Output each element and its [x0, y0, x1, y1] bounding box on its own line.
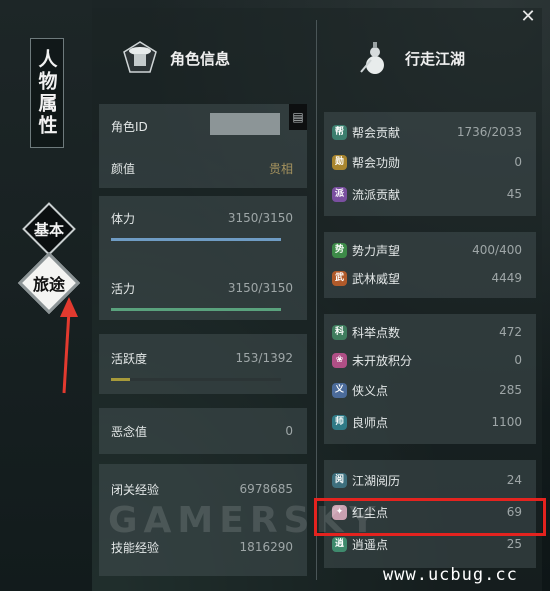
- row-label: 科举点数: [352, 325, 401, 340]
- row-appearance: 颜值 贵相: [99, 156, 307, 180]
- row-value: 400/400: [472, 243, 522, 257]
- malice-card: 恶念值 0: [99, 408, 307, 454]
- row-unopened-points: ❀ 未开放积分 0: [324, 348, 536, 372]
- row-sect-contribution: 派流派贡献 45: [324, 182, 536, 206]
- activity-card: 活跃度 153/1392: [99, 334, 307, 394]
- vitality-value: 3150/3150: [227, 281, 293, 295]
- row-label: 流派贡献: [352, 187, 401, 202]
- row-label: 武林威望: [352, 271, 401, 286]
- unopened-points-icon: ❀: [332, 352, 347, 368]
- row-guild-contribution: 帮帮会贡献 1736/2033: [324, 120, 536, 144]
- row-label: 侠义点: [352, 383, 389, 398]
- points-card: 科科举点数 472 ❀ 未开放积分 0 义侠义点 285 师良师点 1100: [324, 314, 536, 444]
- activity-value: 153/1392: [235, 351, 294, 365]
- row-retreat-exp: 闭关经验 6978685: [99, 477, 307, 501]
- row-value: 472: [499, 325, 522, 339]
- jianghu-gourd-icon: [360, 42, 384, 74]
- panel-divider: [316, 20, 317, 580]
- row-vitality: 活力 3150/3150: [99, 276, 307, 300]
- row-stamina: 体力 3150/3150: [99, 206, 307, 230]
- malice-value: 0: [285, 424, 293, 438]
- tab-basic-label: 基本: [33, 220, 64, 239]
- row-value: 4449: [491, 271, 522, 285]
- faction-prestige-icon: 势: [332, 242, 347, 258]
- stamina-value: 3150/3150: [227, 211, 293, 225]
- character-id-label: 角色ID: [111, 119, 148, 134]
- row-value: 25: [506, 537, 522, 551]
- row-label: 帮会贡献: [352, 125, 401, 140]
- row-malice: 恶念值 0: [99, 419, 307, 443]
- red-arrow-annotation: [60, 297, 78, 394]
- close-icon: ✕: [520, 6, 536, 27]
- activity-label: 活跃度: [111, 351, 148, 366]
- guild-card: 帮帮会贡献 1736/2033 勋帮会功勋 0 派流派贡献 45: [324, 112, 536, 216]
- skill-exp-label: 技能经验: [111, 540, 160, 555]
- sect-contribution-icon: 派: [332, 186, 347, 202]
- row-chivalry-points: 义侠义点 285: [324, 378, 536, 402]
- site-watermark: www.ucbug.cc: [383, 565, 518, 585]
- character-info-title: 角色信息: [170, 49, 231, 68]
- row-label: 未开放积分: [352, 353, 413, 368]
- tab-basic[interactable]: 基本: [22, 202, 76, 256]
- row-label: 势力声望: [352, 243, 401, 258]
- gamersky-watermark: GAMERSKY: [108, 500, 382, 541]
- row-value: 1100: [491, 415, 522, 429]
- row-jianghu-experience: 阅江湖阅历 24: [324, 468, 536, 492]
- row-value: 45: [506, 187, 522, 201]
- row-value: 0: [514, 155, 522, 169]
- vitality-bar-fill: [111, 308, 281, 311]
- jianghu-title: 行走江湖: [405, 49, 466, 68]
- activity-bar-fill: [111, 378, 130, 381]
- appearance-label: 颜值: [111, 161, 136, 176]
- row-label: 帮会功勋: [352, 155, 401, 170]
- vitality-label: 活力: [111, 281, 136, 296]
- guild-merit-icon: 勋: [332, 154, 347, 170]
- row-label: 江湖阅历: [352, 473, 401, 488]
- prestige-card: 势势力声望 400/400 武武林威望 4449: [324, 232, 536, 298]
- row-value: 24: [506, 473, 522, 487]
- character-info-icon: [123, 41, 157, 73]
- retreat-exp-label: 闭关经验: [111, 482, 160, 497]
- sidebar: 人物属性 基本 旅途: [0, 0, 92, 591]
- skill-exp-value: 1816290: [239, 540, 293, 554]
- activity-bar: [111, 378, 281, 381]
- jianghu-header: 行走江湖: [355, 38, 465, 78]
- tab-journey-label: 旅途: [32, 275, 65, 294]
- row-value: 1736/2033: [456, 125, 522, 139]
- stamina-bar: [111, 238, 281, 241]
- vitality-bar: [111, 308, 281, 311]
- guild-contribution-icon: 帮: [332, 124, 347, 140]
- copy-id-icon[interactable]: ▤: [289, 104, 307, 130]
- row-value: 0: [514, 353, 522, 367]
- character-info-header: 角色信息: [120, 38, 230, 78]
- appearance-value: 贵相: [268, 161, 293, 176]
- row-value: 285: [499, 383, 522, 397]
- martial-prestige-icon: 武: [332, 270, 347, 286]
- stamina-vitality-card: 体力 3150/3150 活力 3150/3150: [99, 196, 307, 320]
- stamina-bar-fill: [111, 238, 281, 241]
- jianghu-experience-icon: 阅: [332, 472, 347, 488]
- retreat-exp-value: 6978685: [239, 482, 293, 496]
- row-label: 良师点: [352, 415, 389, 430]
- stamina-label: 体力: [111, 211, 136, 226]
- row-faction-prestige: 势势力声望 400/400: [324, 238, 536, 262]
- row-exam-points: 科科举点数 472: [324, 320, 536, 344]
- mentor-points-icon: 师: [332, 414, 347, 430]
- malice-label: 恶念值: [111, 424, 148, 439]
- row-martial-prestige: 武武林威望 4449: [324, 266, 536, 290]
- row-guild-merit: 勋帮会功勋 0: [324, 150, 536, 174]
- exam-points-icon: 科: [332, 324, 347, 340]
- sidebar-title: 人物属性: [35, 49, 58, 137]
- row-activity: 活跃度 153/1392: [99, 346, 307, 370]
- row-mentor-points: 师良师点 1100: [324, 410, 536, 434]
- chivalry-points-icon: 义: [332, 382, 347, 398]
- sidebar-title-box: 人物属性: [30, 38, 64, 148]
- close-button[interactable]: ✕: [517, 6, 539, 28]
- character-id-value-redacted: [210, 113, 280, 135]
